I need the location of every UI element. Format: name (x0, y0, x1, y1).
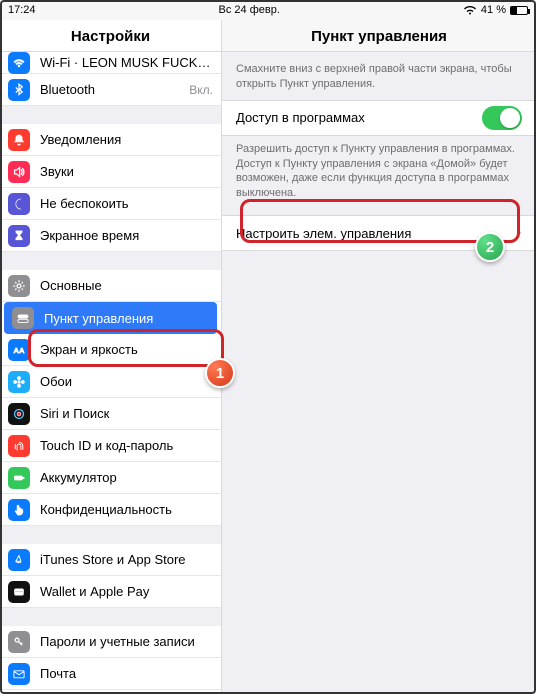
finger-icon (8, 435, 30, 457)
sidebar-row-aa[interactable]: AA Экран и яркость (0, 334, 221, 366)
detail-hint-top: Смахните вниз с верхней правой части экр… (222, 52, 536, 100)
sidebar-item-label: Siri и Поиск (40, 406, 213, 421)
status-date: Вс 24 февр. (219, 4, 280, 16)
customize-label: Настроить элем. управления (236, 226, 517, 241)
sidebar-item-label: Обои (40, 374, 213, 389)
sidebar-title: Настройки (0, 20, 221, 52)
svg-text:AA: AA (13, 346, 25, 355)
battery-icon (510, 6, 528, 15)
wifi-icon (463, 5, 477, 15)
sidebar-row-hourglass[interactable]: Экранное время (0, 220, 221, 252)
access-label: Доступ в программах (236, 110, 482, 125)
access-note: Разрешить доступ к Пункту управления в п… (222, 136, 536, 215)
battery-pct: 41 % (481, 4, 506, 16)
sidebar-item-label: Touch ID и код-пароль (40, 438, 213, 453)
wifi-icon (8, 52, 30, 74)
sidebar-row-appstore[interactable]: iTunes Store и App Store (0, 544, 221, 576)
hand-icon (8, 499, 30, 521)
annotation-badge-1: 1 (205, 358, 235, 388)
flower-icon (8, 371, 30, 393)
sidebar-row-bt[interactable]: Bluetooth Вкл. (0, 74, 221, 106)
sidebar-row-wallet[interactable]: Wallet и Apple Pay (0, 576, 221, 608)
sidebar-row-flower[interactable]: Обои (0, 366, 221, 398)
appstore-icon (8, 549, 30, 571)
access-toggle[interactable] (482, 106, 522, 130)
sidebar-item-label: Пункт управления (44, 311, 209, 326)
sidebar-item-label: Wi-Fi · LEON MUSK FUCKS SP… (40, 55, 213, 70)
batt-icon (8, 467, 30, 489)
moon-icon (8, 193, 30, 215)
key-icon (8, 631, 30, 653)
sidebar-item-label: Основные (40, 278, 213, 293)
gear-icon (8, 275, 30, 297)
bell-icon (8, 129, 30, 151)
sidebar-item-label: Экранное время (40, 228, 213, 243)
detail-title: Пункт управления (222, 20, 536, 52)
sidebar-item-label: Уведомления (40, 132, 213, 147)
bt-icon (8, 79, 30, 101)
chevron-right-icon: › (517, 224, 522, 242)
aa-icon: AA (8, 339, 30, 361)
sidebar-row-batt[interactable]: Аккумулятор (0, 462, 221, 494)
sidebar-row-sound[interactable]: Звуки (0, 156, 221, 188)
sidebar-item-label: Аккумулятор (40, 470, 213, 485)
mail-icon (8, 663, 30, 685)
status-bar: 17:24 Вс 24 февр. 41 % (0, 0, 536, 20)
sidebar-row-mail[interactable]: Почта (0, 658, 221, 690)
annotation-badge-2: 2 (475, 232, 505, 262)
sidebar-row-finger[interactable]: Touch ID и код-пароль (0, 430, 221, 462)
sidebar-row-hand[interactable]: Конфиденциальность (0, 494, 221, 526)
sidebar-row-bell[interactable]: Уведомления (0, 124, 221, 156)
sidebar-item-accessory: Вкл. (189, 83, 213, 97)
wallet-icon (8, 581, 30, 603)
sidebar-item-label: Не беспокоить (40, 196, 213, 211)
sidebar-row-key[interactable]: Пароли и учетные записи (0, 626, 221, 658)
sidebar-row-wifi[interactable]: Wi-Fi · LEON MUSK FUCKS SP… (0, 52, 221, 74)
access-in-apps-row[interactable]: Доступ в программах (222, 100, 536, 136)
sidebar-item-label: Конфиденциальность (40, 502, 213, 517)
switch-icon (12, 307, 34, 329)
sidebar-item-label: Пароли и учетные записи (40, 634, 213, 649)
sidebar-item-label: iTunes Store и App Store (40, 552, 213, 567)
detail-pane: Пункт управления Смахните вниз с верхней… (222, 20, 536, 694)
sidebar-item-label: Звуки (40, 164, 213, 179)
sidebar: Настройки Wi-Fi · LEON MUSK FUCKS SP… Blu… (0, 20, 222, 694)
sidebar-item-label: Wallet и Apple Pay (40, 584, 213, 599)
sidebar-item-label: Почта (40, 666, 213, 681)
sidebar-row-contact[interactable]: Контакты (0, 690, 221, 694)
sidebar-row-switch[interactable]: Пункт управления (4, 302, 217, 334)
siri-icon (8, 403, 30, 425)
sound-icon (8, 161, 30, 183)
sidebar-row-siri[interactable]: Siri и Поиск (0, 398, 221, 430)
sidebar-row-moon[interactable]: Не беспокоить (0, 188, 221, 220)
sidebar-row-gear[interactable]: Основные (0, 270, 221, 302)
sidebar-item-label: Экран и яркость (40, 342, 213, 357)
status-time: 17:24 (8, 4, 36, 16)
sidebar-item-label: Bluetooth (40, 82, 185, 97)
hourglass-icon (8, 225, 30, 247)
